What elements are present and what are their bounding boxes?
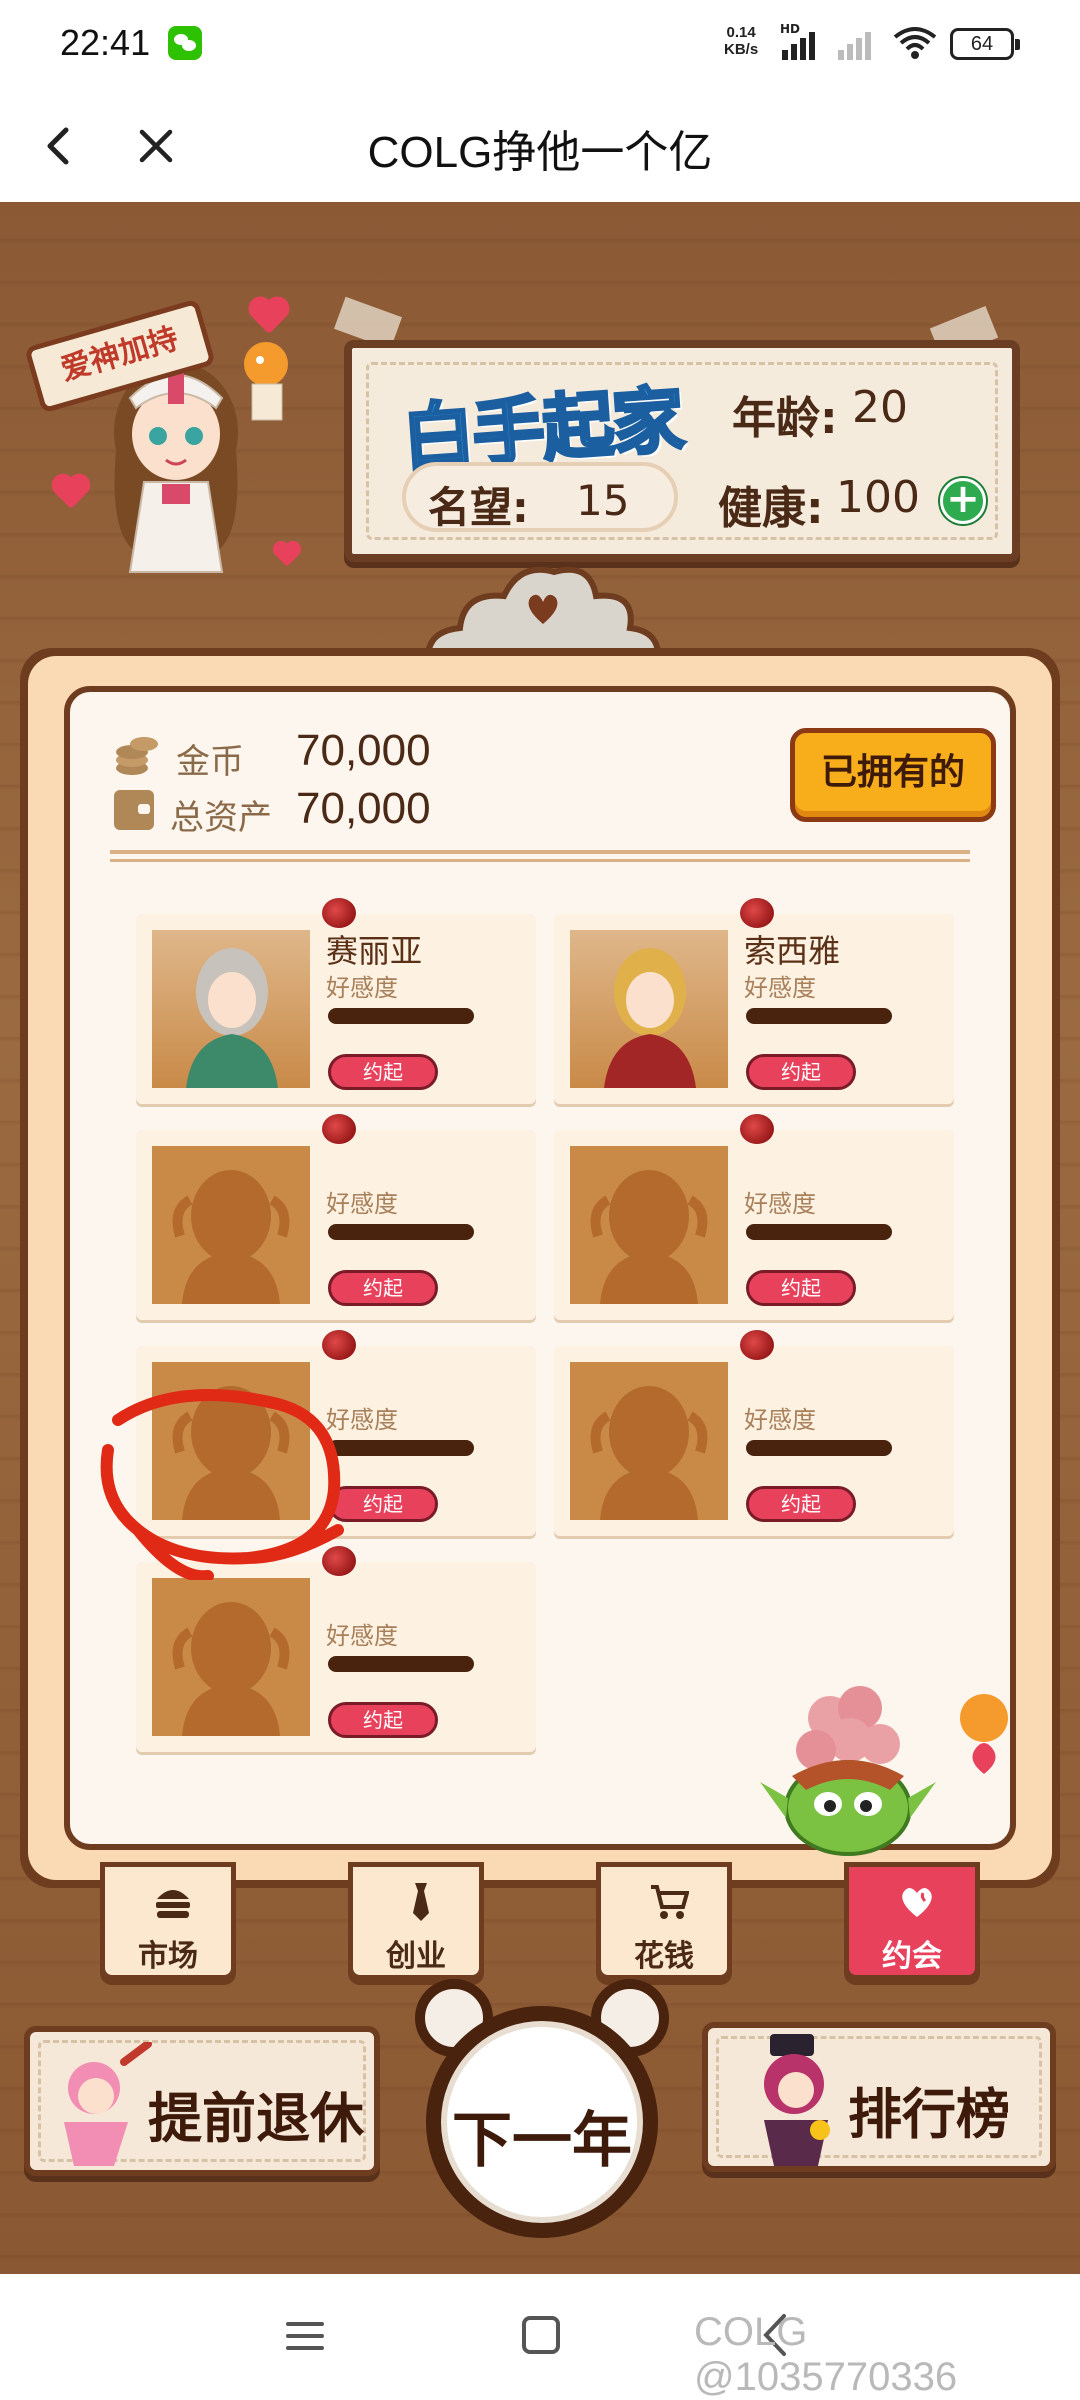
pin-icon: [322, 1330, 356, 1360]
favor-label: 好感度: [744, 1406, 816, 1434]
tab-spend[interactable]: 花钱: [596, 1862, 732, 1980]
tab-dating[interactable]: 约会: [844, 1862, 980, 1980]
date-button[interactable]: 约起: [328, 1270, 438, 1306]
favor-bar: [328, 1008, 474, 1024]
favor-bar: [746, 1440, 892, 1456]
age-value: 20: [852, 382, 908, 433]
pin-icon: [322, 1114, 356, 1144]
cart-icon: [651, 1885, 689, 1919]
signal-icon: [838, 28, 871, 60]
ranking-button[interactable]: 排行榜: [702, 2022, 1056, 2172]
date-button[interactable]: 约起: [746, 1054, 856, 1090]
status-bar: 22:41 0.14 KB/s HD 64: [0, 0, 1080, 90]
coin-icon: [116, 737, 158, 775]
character-card: 索西雅 好感度 约起: [554, 898, 954, 1104]
ranking-character-icon: [764, 2034, 830, 2166]
title-bar: COLG挣他一个亿: [0, 90, 1080, 202]
owned-items-button[interactable]: 已拥有的: [790, 728, 996, 822]
fame-pill: 名望: 15: [402, 462, 678, 532]
home-icon[interactable]: [522, 2316, 560, 2354]
hearts-icon: [902, 1888, 932, 1917]
character-name: 索西雅: [744, 932, 841, 970]
menu-icon[interactable]: [284, 2316, 326, 2356]
pin-icon: [740, 898, 774, 928]
character-card: 赛丽亚 好感度 约起: [136, 898, 536, 1104]
favor-bar: [328, 1656, 474, 1672]
gold-label: 金币: [176, 742, 244, 782]
wechat-icon: [168, 26, 202, 60]
character-card: 好感度 约起: [136, 1546, 536, 1752]
wallet-icon: [114, 790, 154, 830]
red-scribble-annotation: [100, 1389, 344, 1580]
favor-label: 好感度: [744, 1190, 816, 1218]
watermark: COLG @1035770336: [694, 2310, 958, 2399]
health-value: 100: [836, 472, 920, 523]
character-name: 赛丽亚: [326, 932, 423, 970]
locked-silhouette: [152, 1578, 310, 1736]
character-card: 好感度 约起: [554, 1330, 954, 1536]
date-button[interactable]: 约起: [328, 1702, 438, 1738]
next-year-button[interactable]: 下一年: [410, 1974, 674, 2238]
tab-market[interactable]: 市场: [100, 1862, 236, 1980]
pin-icon: [740, 1114, 774, 1144]
favor-bar: [746, 1224, 892, 1240]
date-button[interactable]: 约起: [746, 1486, 856, 1522]
favor-label: 好感度: [744, 974, 816, 1002]
necktie-icon: [413, 1883, 429, 1921]
locked-silhouette: [570, 1146, 728, 1304]
pin-icon: [740, 1330, 774, 1360]
favor-bar: [328, 1224, 474, 1240]
favor-label: 好感度: [326, 1190, 398, 1218]
assets-label: 总资产: [170, 798, 272, 838]
favor-bar: [746, 1008, 892, 1024]
favor-bar: [328, 1440, 474, 1456]
favor-label: 好感度: [326, 974, 398, 1002]
locked-silhouette: [570, 1362, 728, 1520]
wifi-icon: [893, 27, 937, 59]
tab-startup[interactable]: 创业: [348, 1862, 484, 1980]
character-card: 好感度 约起: [554, 1114, 954, 1320]
burger-icon: [156, 1890, 190, 1918]
net-speed: 0.14 KB/s: [724, 24, 759, 58]
goblin-mascot: [760, 1686, 1008, 1856]
health-label: 健康:: [718, 483, 824, 534]
system-nav-bar: COLG @1035770336: [0, 2274, 1080, 2400]
fame-value: 15: [576, 476, 630, 525]
page-title: COLG挣他一个亿: [367, 128, 713, 177]
date-button[interactable]: 约起: [746, 1270, 856, 1306]
character-portrait: [152, 930, 310, 1088]
character-card: 好感度 约起: [136, 1114, 536, 1320]
retire-character-icon: [64, 2042, 152, 2166]
assets-value: 70,000: [296, 784, 431, 833]
fame-label: 名望:: [428, 483, 529, 532]
age-label: 年龄:: [732, 393, 838, 444]
early-retire-button[interactable]: 提前退休: [24, 2026, 380, 2176]
character-portrait: [570, 930, 728, 1088]
locked-silhouette: [152, 1146, 310, 1304]
status-time: 22:41: [60, 22, 151, 63]
date-button[interactable]: 约起: [328, 1054, 438, 1090]
dating-panel: 金币 70,000 总资产 70,000 已拥有的 赛丽亚 好感度 约起 索西雅 好感度…: [64, 686, 1016, 1856]
pin-icon: [322, 898, 356, 928]
add-health-button[interactable]: +: [940, 478, 986, 524]
favor-label: 好感度: [326, 1622, 398, 1650]
signal-icon: [782, 28, 815, 60]
main-board: 金币 70,000 总资产 70,000 已拥有的 赛丽亚 好感度 约起 索西雅 好感度…: [20, 648, 1060, 1888]
gold-value: 70,000: [296, 726, 431, 775]
divider: [110, 850, 970, 862]
player-info-board: 白手起家 年龄: 20 名望: 15 健康: 100 +: [344, 340, 1020, 562]
battery-icon: 64: [950, 28, 1020, 60]
